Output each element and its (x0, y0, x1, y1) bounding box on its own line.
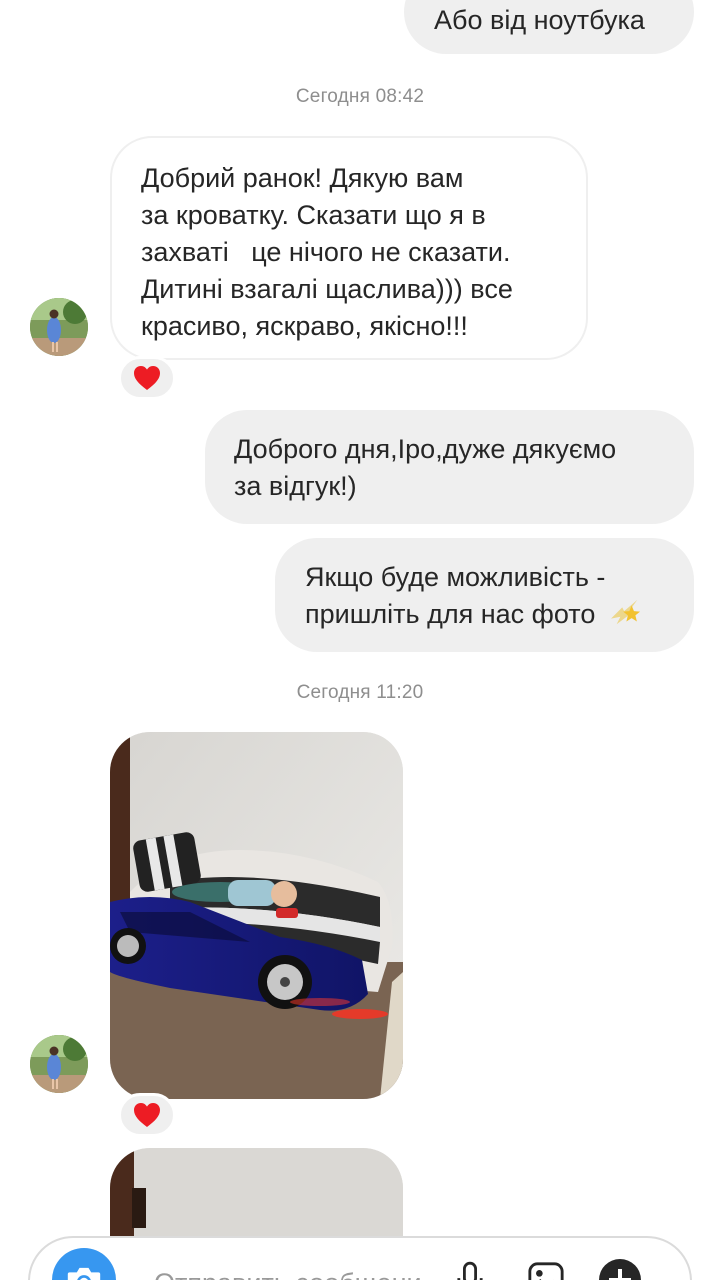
message-line-text: пришліть для нас фото (305, 599, 596, 629)
gallery-icon (528, 1262, 564, 1280)
chat-screen: Або від ноутбука Сегодня 08:42 Добрий ра… (0, 0, 720, 1280)
avatar-image (30, 1035, 88, 1093)
message-line: за кроватку. Сказати що я в (141, 200, 486, 230)
message-line: красиво, яскраво, якісно!!! (141, 311, 468, 341)
heart-icon (134, 1103, 160, 1127)
avatar-image (30, 298, 88, 356)
timestamp: Сегодня 08:42 (295, 86, 425, 107)
timestamp: Сегодня 11:20 (296, 682, 424, 703)
message-line: за відгук!) (234, 471, 357, 501)
message-line: захваті це нічого не сказати. (141, 237, 511, 267)
outgoing-message[interactable]: Якщо буде можливість - пришліть для нас … (275, 538, 694, 652)
photo-message[interactable] (110, 732, 403, 1099)
plus-icon (599, 1259, 641, 1280)
heart-reaction[interactable] (118, 1093, 176, 1137)
message-text: Або від ноутбука (434, 5, 645, 35)
avatar[interactable] (30, 1035, 88, 1093)
message-line: Якщо буде можливість - (305, 562, 606, 592)
message-composer: Отправить сообщени... (28, 1236, 692, 1280)
outgoing-message[interactable]: Доброго дня,Іро,дуже дякуємо за відгук!) (205, 410, 694, 524)
camera-button[interactable] (52, 1248, 116, 1280)
heart-reaction[interactable] (118, 356, 176, 400)
microphone-button[interactable] (450, 1258, 490, 1280)
shooting-star-emoji (610, 599, 640, 625)
plus-button[interactable] (596, 1258, 644, 1280)
outgoing-message[interactable]: Або від ноутбука (404, 0, 694, 54)
message-line: Дитині взагалі щаслива))) все (141, 274, 513, 304)
incoming-message[interactable]: Добрий ранок! Дякую вам за кроватку. Ска… (110, 136, 588, 360)
message-input[interactable]: Отправить сообщени... (154, 1268, 454, 1280)
message-line: Доброго дня,Іро,дуже дякуємо (234, 434, 617, 464)
gallery-button[interactable] (526, 1258, 566, 1280)
bed-photo (110, 732, 403, 1099)
message-line: Добрий ранок! Дякую вам (141, 163, 464, 193)
camera-icon (67, 1267, 101, 1280)
heart-icon (134, 366, 160, 390)
avatar[interactable] (30, 298, 88, 356)
microphone-icon (457, 1261, 483, 1280)
message-line: пришліть для нас фото (305, 596, 694, 633)
